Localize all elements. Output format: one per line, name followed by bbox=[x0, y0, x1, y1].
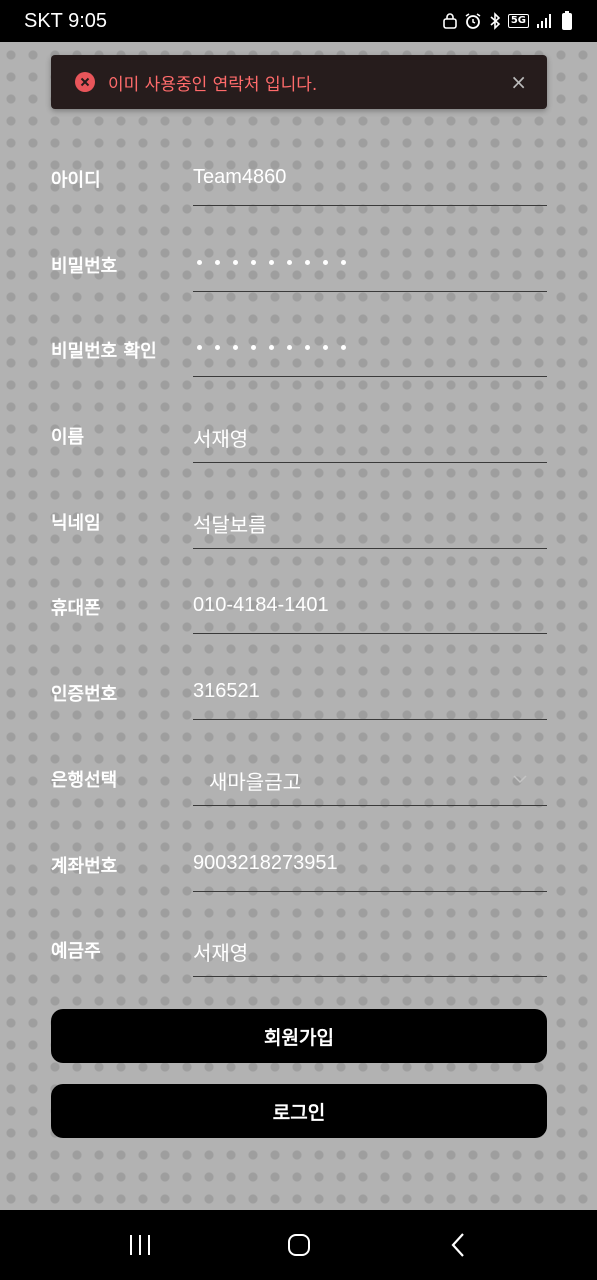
name-value: 서재영 bbox=[193, 429, 249, 452]
auth-code-input[interactable]: 316521 bbox=[193, 670, 547, 721]
id-value: Team4860 bbox=[193, 166, 287, 188]
auth-code-label: 인증번호 bbox=[51, 684, 118, 706]
password-label: 비밀번호 bbox=[51, 255, 118, 277]
phone-value: 010-4184-1401 bbox=[193, 594, 329, 617]
home-icon bbox=[287, 1234, 310, 1256]
close-icon[interactable]: × bbox=[510, 72, 527, 92]
bank-label: 은행선택 bbox=[51, 769, 118, 791]
holder-row: 예금주 서재영 bbox=[51, 907, 547, 993]
holder-value: 서재영 bbox=[193, 943, 249, 966]
nickname-value: 석달보름 bbox=[193, 514, 267, 537]
name-label: 이름 bbox=[51, 427, 85, 449]
password-row: 비밀번호 bbox=[51, 222, 547, 308]
password-confirm-mask bbox=[197, 345, 346, 351]
holder-input[interactable]: 서재영 bbox=[193, 927, 547, 978]
back-icon bbox=[451, 1233, 464, 1257]
password-input[interactable] bbox=[193, 242, 547, 292]
status-bar: SKT 9:05 5G bbox=[0, 0, 597, 42]
bluetooth-icon bbox=[490, 12, 500, 30]
auth-code-row: 인증번호 316521 bbox=[51, 650, 547, 736]
phone-input[interactable]: 010-4184-1401 bbox=[193, 584, 547, 635]
signup-button[interactable]: 회원가입 bbox=[51, 1009, 547, 1063]
holder-label: 예금주 bbox=[51, 941, 101, 963]
bank-select[interactable]: 새마을금고 bbox=[193, 756, 547, 806]
nickname-row: 닉네임 석달보름 bbox=[51, 479, 547, 565]
account-input[interactable]: 9003218273951 bbox=[193, 842, 547, 892]
login-button[interactable]: 로그인 bbox=[51, 1084, 547, 1138]
alarm-icon bbox=[465, 13, 481, 29]
account-value: 9003218273951 bbox=[193, 851, 338, 874]
phone-row: 휴대폰 010-4184-1401 bbox=[51, 564, 547, 650]
id-label: 아이디 bbox=[51, 170, 101, 191]
id-row: 아이디 Team4860 bbox=[51, 136, 547, 222]
recent-apps-icon bbox=[129, 1235, 150, 1255]
carrier-time: SKT 9:05 bbox=[24, 9, 108, 32]
password-confirm-input[interactable] bbox=[193, 327, 547, 378]
back-button[interactable] bbox=[428, 1215, 488, 1275]
recent-apps-button[interactable] bbox=[110, 1215, 170, 1275]
error-toast: 이미 사용중인 연락처 입니다. × bbox=[51, 55, 547, 109]
chevron-down-icon bbox=[513, 775, 527, 783]
signal-icon bbox=[537, 14, 551, 28]
bank-value: 새마을금고 bbox=[209, 771, 301, 794]
account-row: 계좌번호 9003218273951 bbox=[51, 822, 547, 908]
battery-icon bbox=[562, 11, 572, 30]
name-row: 이름 서재영 bbox=[51, 393, 547, 479]
bank-row: 은행선택 새마을금고 bbox=[51, 736, 547, 822]
lock-icon bbox=[443, 13, 457, 29]
toast-message: 이미 사용중인 연락처 입니다. bbox=[108, 74, 318, 95]
password-mask bbox=[197, 259, 346, 265]
signup-form: 아이디 Team4860 비밀번호 비밀번호 확인 이름 서재영 닉네임 석달보… bbox=[51, 136, 547, 993]
error-icon bbox=[75, 72, 95, 92]
auth-code-value: 316521 bbox=[193, 680, 260, 703]
system-nav-bar bbox=[0, 1210, 597, 1280]
nickname-input[interactable]: 석달보름 bbox=[193, 499, 547, 549]
id-input[interactable]: Team4860 bbox=[193, 156, 547, 206]
password-confirm-label: 비밀번호 확인 bbox=[51, 341, 157, 363]
network-5g-badge: 5G bbox=[507, 14, 529, 28]
phone-label: 휴대폰 bbox=[51, 598, 101, 620]
password-confirm-row: 비밀번호 확인 bbox=[51, 307, 547, 393]
home-button[interactable] bbox=[269, 1215, 329, 1275]
name-input[interactable]: 서재영 bbox=[193, 413, 547, 464]
nickname-label: 닉네임 bbox=[51, 512, 101, 534]
status-icons: 5G bbox=[443, 11, 573, 31]
account-label: 계좌번호 bbox=[51, 855, 118, 877]
